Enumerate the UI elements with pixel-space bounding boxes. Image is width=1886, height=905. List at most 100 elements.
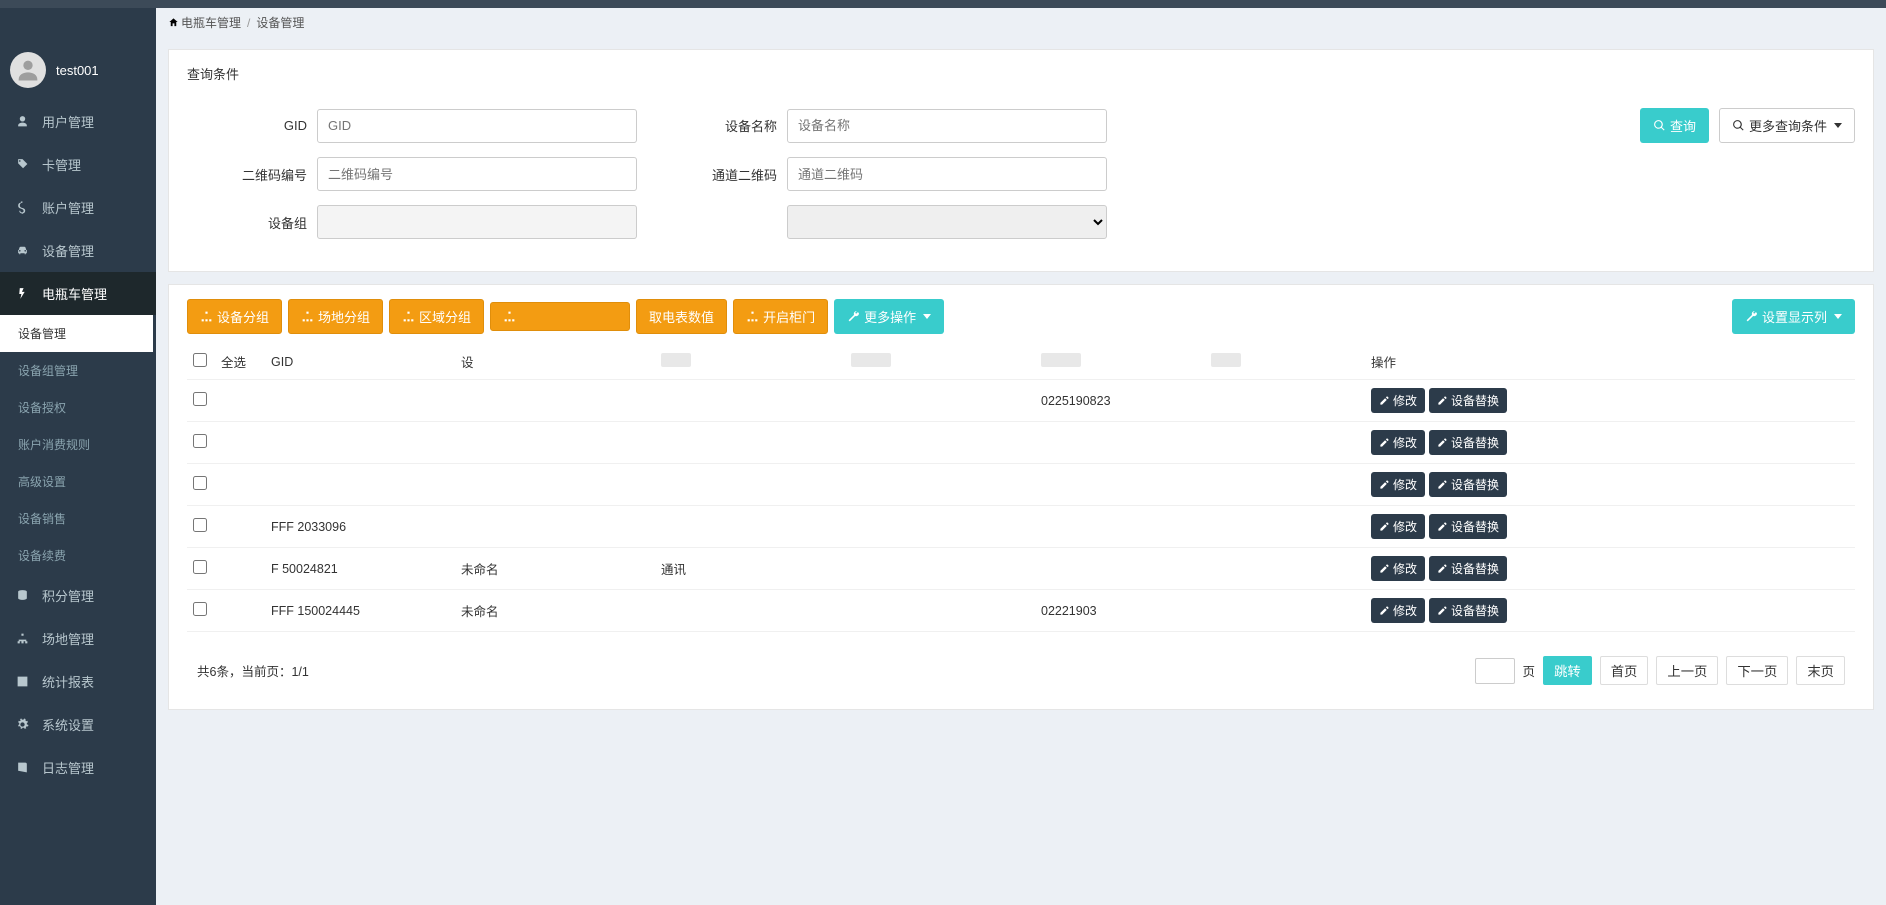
breadcrumb: 电瓶车管理 / 设备管理 [156, 8, 1886, 37]
pager-next[interactable]: 下一页 [1726, 656, 1788, 685]
row-replace-button[interactable]: 设备替换 [1429, 514, 1507, 539]
sitemap-icon [503, 310, 516, 323]
nav-users[interactable]: 用户管理 [0, 100, 156, 143]
main: 电瓶车管理 / 设备管理 查询条件 GID 设备名称 查询 [156, 8, 1886, 710]
user-icon [14, 115, 30, 128]
row-replace-button[interactable]: 设备替换 [1429, 472, 1507, 497]
cell-gid [265, 422, 455, 464]
channel-qr-label: 通道二维码 [657, 165, 777, 184]
cell-name: 未命名 [455, 548, 655, 590]
nav-site[interactable]: 场地管理 [0, 617, 156, 660]
avatar [10, 52, 46, 88]
power-icon[interactable] [138, 12, 146, 36]
cell-c5: 02221903 [1035, 590, 1205, 632]
row-checkbox[interactable] [193, 476, 207, 490]
pager-last[interactable]: 末页 [1796, 656, 1845, 685]
select-all-checkbox[interactable] [193, 353, 207, 367]
more-conditions-button[interactable]: 更多查询条件 [1719, 108, 1855, 143]
col-redacted [1041, 353, 1081, 367]
row-checkbox[interactable] [193, 392, 207, 406]
search-button[interactable]: 查询 [1640, 108, 1709, 143]
cell-name [455, 464, 655, 506]
cell-gid: F 50024821 [265, 548, 455, 590]
database-icon [14, 589, 30, 602]
row-checkbox[interactable] [193, 602, 207, 616]
nav-account[interactable]: 账户管理 [0, 186, 156, 229]
cell-name [455, 380, 655, 422]
device-name-input[interactable] [787, 109, 1107, 143]
home-icon [168, 17, 179, 28]
cell-c4 [655, 464, 845, 506]
subnav-adv-settings[interactable]: 高级设置 [0, 463, 156, 500]
ebike-submenu: 设备管理 设备组管理 设备授权 账户消费规则 高级设置 设备销售 设备续费 [0, 315, 156, 574]
nav-log[interactable]: 日志管理 [0, 746, 156, 789]
table-toolbar: 设备分组 场地分组 区域分组 取电表数值 开启柜门 [169, 285, 1873, 344]
table-panel: 设备分组 场地分组 区域分组 取电表数值 开启柜门 [168, 284, 1874, 710]
toolbar-open-cabinet[interactable]: 开启柜门 [733, 299, 828, 334]
toolbar-redacted[interactable] [490, 302, 630, 331]
nav-device[interactable]: 设备管理 [0, 229, 156, 272]
channel-qr-input[interactable] [787, 157, 1107, 191]
gid-input[interactable] [317, 109, 637, 143]
row-edit-button[interactable]: 修改 [1371, 388, 1425, 413]
toolbar-area-group[interactable]: 区域分组 [389, 299, 484, 334]
row-edit-button[interactable]: 修改 [1371, 430, 1425, 455]
subnav-device-renew[interactable]: 设备续费 [0, 537, 156, 574]
toolbar-device-group[interactable]: 设备分组 [187, 299, 282, 334]
username: test001 [56, 63, 99, 78]
type-select[interactable] [787, 205, 1107, 239]
cell-c4 [655, 422, 845, 464]
row-checkbox[interactable] [193, 434, 207, 448]
sitemap-icon [14, 632, 30, 645]
row-edit-button[interactable]: 修改 [1371, 556, 1425, 581]
toolbar-site-group[interactable]: 场地分组 [288, 299, 383, 334]
table-row: FFF 2033096修改设备替换 [187, 506, 1855, 548]
toolbar-display-cols[interactable]: 设置显示列 [1732, 299, 1855, 334]
row-edit-button[interactable]: 修改 [1371, 472, 1425, 497]
breadcrumb-parent[interactable]: 电瓶车管理 [168, 14, 241, 31]
pager-jump[interactable]: 跳转 [1543, 656, 1592, 685]
nav-stats[interactable]: 统计报表 [0, 660, 156, 703]
search-panel: 查询条件 GID 设备名称 查询 更 [168, 49, 1874, 272]
row-replace-button[interactable]: 设备替换 [1429, 430, 1507, 455]
nav-points[interactable]: 积分管理 [0, 574, 156, 617]
subnav-device-mgmt[interactable]: 设备管理 [0, 315, 156, 352]
toolbar-get-meter[interactable]: 取电表数值 [636, 299, 727, 334]
pager-first[interactable]: 首页 [1600, 656, 1649, 685]
row-replace-button[interactable]: 设备替换 [1429, 598, 1507, 623]
cell-c5: 0225190823 [1035, 380, 1205, 422]
sidebar: test001 用户管理 卡管理 账户管理 设备管理 电瓶车管理 设备管理 设备… [0, 8, 156, 905]
subnav-device-sale[interactable]: 设备销售 [0, 500, 156, 537]
nav-card[interactable]: 卡管理 [0, 143, 156, 186]
caret-down-icon [1834, 314, 1842, 319]
nav-system[interactable]: 系统设置 [0, 703, 156, 746]
gear-icon [14, 718, 30, 731]
device-group-input[interactable] [317, 205, 637, 239]
cell-name [455, 422, 655, 464]
row-edit-button[interactable]: 修改 [1371, 598, 1425, 623]
row-checkbox[interactable] [193, 518, 207, 532]
pager-page-input[interactable] [1475, 658, 1515, 684]
topbar [0, 0, 1886, 8]
toolbar-more-ops[interactable]: 更多操作 [834, 299, 944, 334]
wrench-icon [1745, 310, 1758, 323]
device-name-label: 设备名称 [657, 116, 777, 135]
subnav-account-rule[interactable]: 账户消费规则 [0, 426, 156, 463]
sitemap-icon [746, 310, 759, 323]
row-replace-button[interactable]: 设备替换 [1429, 556, 1507, 581]
row-replace-button[interactable]: 设备替换 [1429, 388, 1507, 413]
row-edit-button[interactable]: 修改 [1371, 514, 1425, 539]
col-ops: 操作 [1365, 344, 1855, 380]
subnav-device-auth[interactable]: 设备授权 [0, 389, 156, 426]
table-row: 修改设备替换 [187, 464, 1855, 506]
col-redacted [1211, 353, 1241, 367]
row-checkbox[interactable] [193, 560, 207, 574]
table-row: FFF 150024445未命名02221903修改设备替换 [187, 590, 1855, 632]
cell-c4: 通讯 [655, 548, 845, 590]
menu-toggle-icon[interactable] [10, 12, 18, 36]
nav-ebike[interactable]: 电瓶车管理 [0, 272, 156, 315]
qr-input[interactable] [317, 157, 637, 191]
subnav-device-group-mgmt[interactable]: 设备组管理 [0, 352, 156, 389]
pager-prev[interactable]: 上一页 [1656, 656, 1718, 685]
sitemap-icon [301, 310, 314, 323]
